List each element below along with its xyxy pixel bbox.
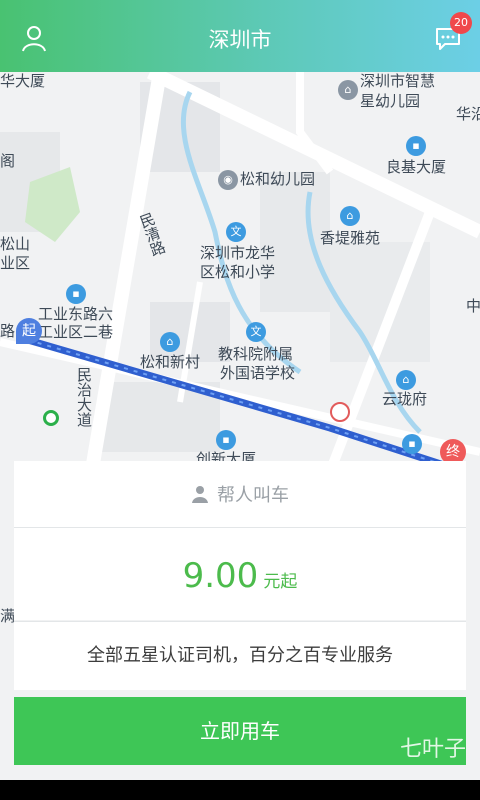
help-call-label: 帮人叫车 bbox=[217, 485, 289, 506]
system-nav-bar bbox=[0, 780, 480, 800]
city-title[interactable]: 深圳市 bbox=[0, 24, 480, 54]
poi-icon: ▪ bbox=[402, 434, 422, 454]
map-label: 外国语学校 bbox=[220, 364, 296, 382]
poi-icon: ▪ bbox=[406, 136, 426, 156]
road-label: 路 bbox=[0, 322, 16, 340]
watermark-logo: 七叶子 bbox=[399, 737, 466, 762]
message-count-badge: 20 bbox=[450, 12, 472, 34]
poi-icon: ▪ bbox=[66, 284, 86, 304]
poi-icon: ⌂ bbox=[338, 80, 358, 100]
price-value: 9.00 bbox=[182, 556, 259, 596]
end-marker-label: 终 bbox=[446, 444, 460, 460]
top-app-bar: 深圳市 20 bbox=[0, 0, 480, 72]
map-label: 星幼儿园 bbox=[360, 92, 421, 110]
person-icon bbox=[192, 486, 208, 503]
traffic-light-icon bbox=[330, 402, 350, 422]
map-label: 华大厦 bbox=[0, 72, 46, 90]
map-label: 松和新村 bbox=[140, 353, 201, 371]
school-icon: 文 bbox=[246, 322, 266, 342]
map-label: 香堤雅苑 bbox=[320, 229, 381, 247]
map-label: 阁 bbox=[0, 152, 16, 170]
call-car-button[interactable]: 立即用车 bbox=[14, 697, 466, 765]
map-label: 工业区二巷 bbox=[38, 323, 114, 341]
road-label: 民治大道 bbox=[75, 367, 93, 427]
price-card: 9.00 元起 bbox=[14, 528, 466, 620]
current-location-icon bbox=[43, 410, 59, 426]
start-marker[interactable]: 起 bbox=[16, 318, 42, 344]
price-unit: 元起 bbox=[263, 572, 298, 592]
map-label: 云珑府 bbox=[382, 390, 428, 408]
map-label: 教科院附属 bbox=[218, 345, 294, 363]
school-icon: 文 bbox=[226, 222, 246, 242]
poi-icon: ◉ bbox=[218, 170, 238, 190]
map-label: 业区 bbox=[0, 254, 31, 272]
poi-icon: ▪ bbox=[216, 430, 236, 450]
map-label: 区松和小学 bbox=[200, 263, 276, 281]
map-label: 深圳市智慧 bbox=[360, 72, 436, 90]
map-label: 华沿 bbox=[456, 105, 480, 123]
map-label: 松和幼儿园 bbox=[240, 170, 316, 188]
poi-icon: ⌂ bbox=[160, 332, 180, 352]
poi-icon: ⌂ bbox=[340, 206, 360, 226]
service-slogan: 全部五星认证司机，百分之百专业服务 bbox=[14, 622, 466, 690]
map-label: 中 bbox=[466, 297, 480, 315]
poi-icon: ⌂ bbox=[396, 370, 416, 390]
start-marker-label: 起 bbox=[22, 323, 36, 339]
map-label: 深圳市龙华 bbox=[200, 244, 276, 262]
map-label: 良基大厦 bbox=[386, 158, 447, 176]
map-label: 松山 bbox=[0, 235, 31, 253]
map-label: 工业东路六 bbox=[38, 305, 114, 323]
help-call-button[interactable]: 帮人叫车 bbox=[14, 461, 466, 527]
map-label: 满 bbox=[0, 607, 16, 625]
